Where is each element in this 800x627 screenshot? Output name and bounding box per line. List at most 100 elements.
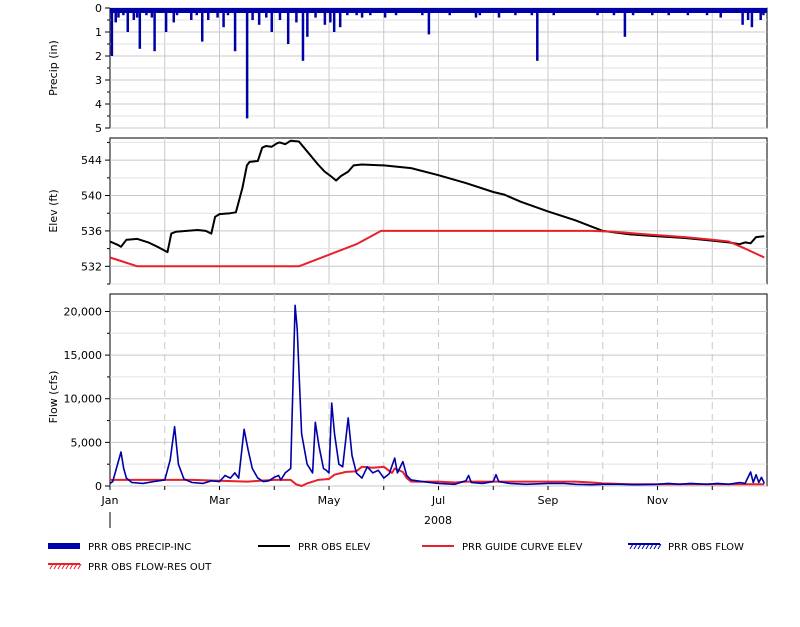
- y-tick-label: 5: [95, 122, 102, 135]
- precip-bar: [759, 8, 762, 20]
- y-tick-label: 3: [95, 74, 102, 87]
- precip-bar: [678, 8, 681, 13]
- precip-bar: [369, 8, 372, 16]
- legend-item: PRR OBS PRECIP-INC: [48, 542, 191, 553]
- x-tick-label: Jan: [101, 494, 119, 507]
- precip-bar: [195, 8, 199, 16]
- precip-bar: [453, 8, 457, 13]
- precip-bar: [697, 8, 701, 13]
- precip-bar: [427, 8, 431, 35]
- legend-label: PRR OBS ELEV: [298, 542, 370, 553]
- precip-bar: [172, 8, 176, 23]
- precip-bar: [332, 8, 336, 32]
- legend-swatch-bar: [48, 543, 80, 549]
- y-tick-label: 20,000: [64, 305, 103, 318]
- precip-bar: [355, 8, 358, 16]
- precip-bar: [394, 8, 398, 16]
- precip-bar: [552, 8, 555, 16]
- precip-bar: [563, 8, 566, 13]
- precip-bar: [686, 8, 690, 16]
- precip-bar: [164, 8, 168, 32]
- precip-bar: [338, 8, 342, 28]
- precip-bar: [719, 8, 722, 18]
- y-tick-label: 1: [95, 26, 102, 39]
- legend-label: PRR OBS FLOW: [668, 542, 744, 553]
- precip-bar: [135, 8, 139, 18]
- precip-y-ticks: 0 1 2 3 4 5: [95, 2, 110, 135]
- precip-bar: [360, 8, 364, 18]
- precip-bar: [733, 8, 736, 13]
- precip-bar: [110, 8, 114, 56]
- precip-bar: [474, 8, 478, 18]
- precip-bar: [604, 8, 607, 13]
- precip-bar: [585, 8, 588, 13]
- precip-bar: [145, 8, 148, 16]
- precip-bar: [207, 8, 210, 20]
- precip-bar: [270, 8, 274, 32]
- precip-bar: [295, 8, 298, 23]
- y-tick-label: 10,000: [64, 393, 103, 406]
- x-tick-label: Sep: [538, 494, 559, 507]
- legend-item: PRR GUIDE CURVE ELEV: [422, 542, 583, 553]
- precip-bar: [278, 8, 282, 20]
- precip-bar: [667, 8, 670, 16]
- precip-bar: [631, 8, 635, 16]
- legend-item: PRR OBS FLOW-RES OUT: [48, 562, 212, 573]
- precip-bar: [750, 8, 754, 28]
- flow-x-ticks: Jan Mar May Jul Sep Nov: [101, 486, 713, 507]
- precip-bar: [314, 8, 317, 18]
- x-tick-label: May: [318, 494, 341, 507]
- legend-label: PRR OBS PRECIP-INC: [88, 542, 191, 553]
- precip-bar: [547, 8, 550, 13]
- precip-bar: [514, 8, 517, 16]
- precip-bar: [275, 8, 279, 13]
- precip-bar: [306, 8, 309, 37]
- flow-panel: 0 5,000 10,000 15,000 20,000 Jan Mar May Jul Sep…: [47, 293, 768, 528]
- precip-bar: [640, 8, 643, 13]
- x-tick-label: Jul: [431, 494, 445, 507]
- flow-y-label: Flow (cfs): [47, 371, 60, 424]
- elev-y-ticks: 532 536 540 544: [81, 141, 110, 285]
- y-tick-label: 5,000: [71, 436, 103, 449]
- year-label: 2008: [424, 514, 452, 527]
- precip-bar: [153, 8, 156, 52]
- precip-bar: [150, 8, 154, 18]
- legend-label: PRR OBS FLOW-RES OUT: [88, 562, 212, 573]
- precip-bar: [724, 8, 728, 13]
- precip-bar: [536, 8, 539, 61]
- precip-bar: [323, 8, 327, 25]
- y-tick-label: 4: [95, 98, 102, 111]
- precip-bar: [329, 8, 332, 23]
- precip-bar: [126, 8, 130, 32]
- precip-bar: [377, 8, 380, 13]
- precip-bar: [421, 8, 424, 16]
- precip-bar: [410, 8, 413, 13]
- precip-bar: [741, 8, 744, 25]
- y-tick-label: 536: [81, 225, 102, 238]
- elev-y-label: Elev (ft): [47, 189, 60, 232]
- y-tick-label: 15,000: [64, 349, 103, 362]
- precip-bar: [138, 8, 142, 49]
- precip-bar: [503, 8, 506, 13]
- precip-bar: [122, 8, 125, 16]
- y-tick-label: 544: [81, 154, 102, 167]
- x-tick-label: Mar: [209, 494, 230, 507]
- y-tick-label: 2: [95, 50, 102, 63]
- y-tick-label: 0: [95, 2, 102, 15]
- precip-bar: [233, 8, 237, 52]
- legend-label: PRR GUIDE CURVE ELEV: [462, 542, 583, 553]
- precip-bar: [117, 8, 120, 18]
- precip-bar: [286, 8, 290, 44]
- precip-bar: [574, 8, 577, 13]
- precip-bar: [346, 8, 349, 16]
- precip-bar: [492, 8, 495, 13]
- precip-panel: 0 1 2 3 4 5 Precip (in): [47, 2, 768, 135]
- elev-panel: 532 536 540 544 Elev (ft): [47, 137, 768, 285]
- precip-bar: [596, 8, 599, 16]
- precip-bar: [705, 8, 709, 16]
- precip-y-label: Precip (in): [47, 40, 60, 96]
- precip-bar: [251, 8, 254, 20]
- flow-y-ticks: 0 5,000 10,000 15,000 20,000: [64, 305, 110, 493]
- precip-bar: [257, 8, 261, 25]
- precip-bar: [497, 8, 501, 18]
